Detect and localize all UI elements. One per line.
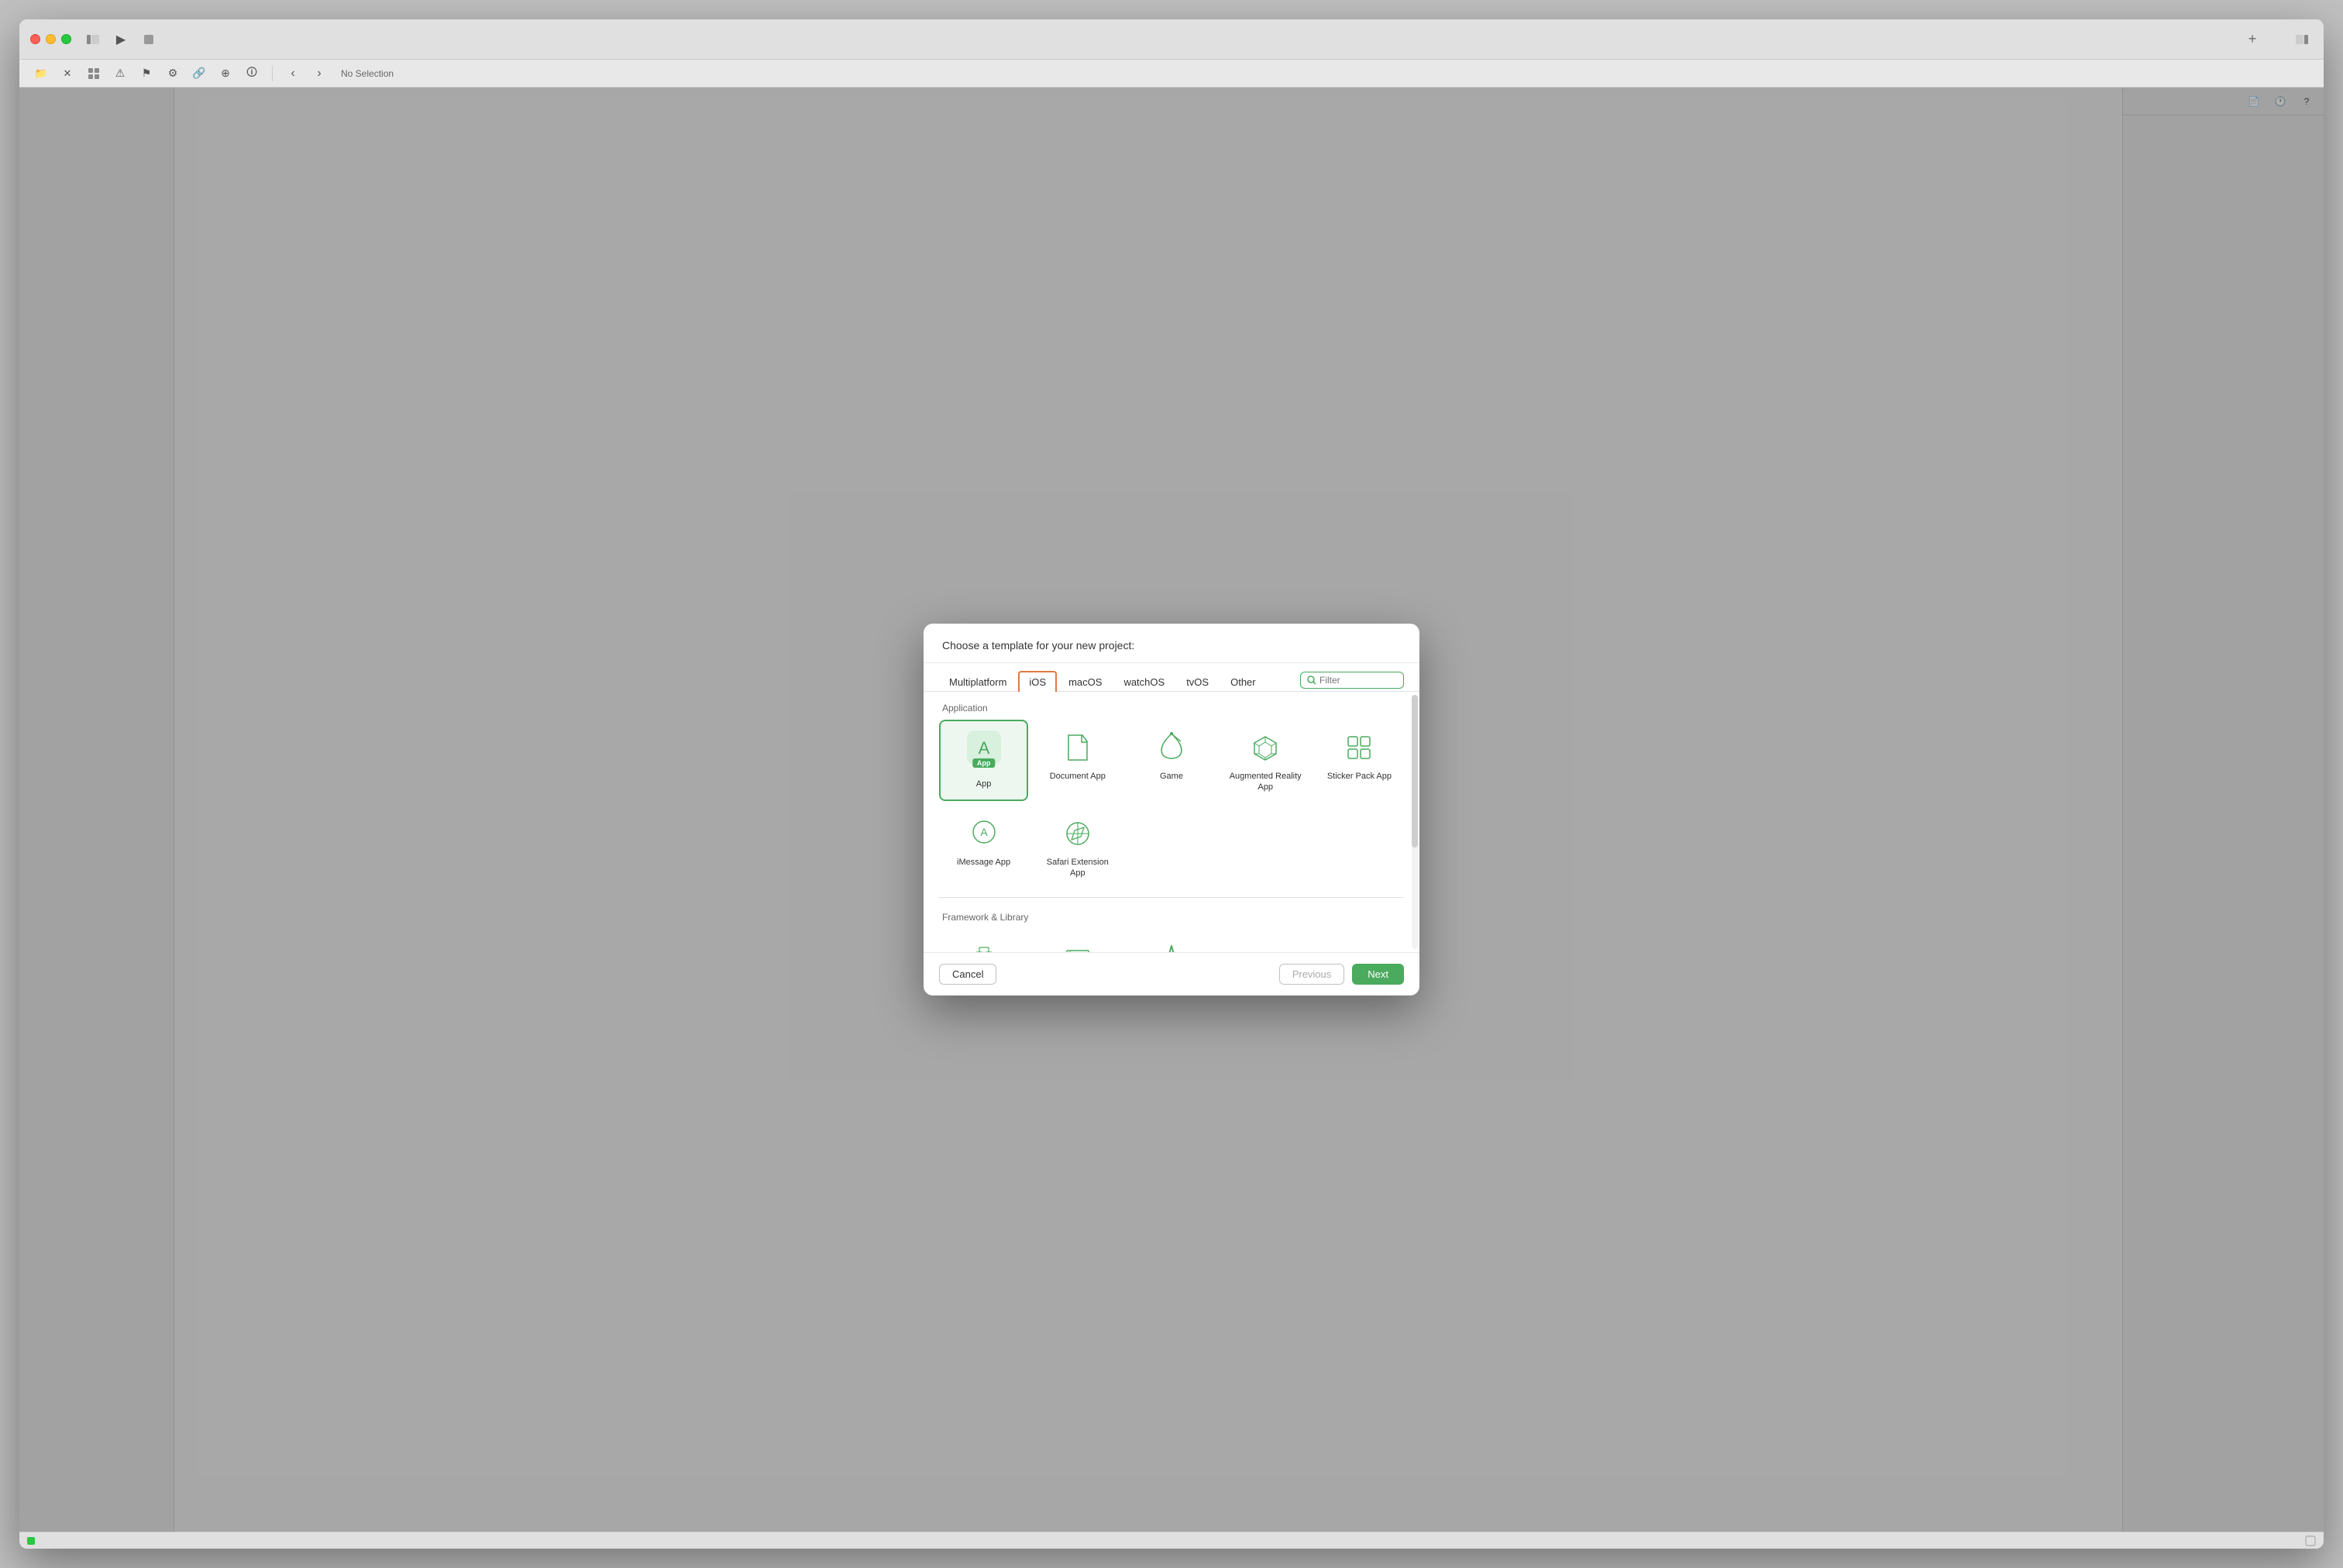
app-badge: App	[972, 758, 996, 768]
document-app-icon	[1059, 729, 1096, 766]
template-item-imessage[interactable]: A iMessage App	[939, 806, 1028, 887]
filter-icon	[1307, 676, 1316, 685]
no-selection-label: No Selection	[341, 68, 394, 79]
add-button[interactable]: +	[2242, 29, 2263, 50]
status-panel-icon	[2305, 1535, 2316, 1546]
scroll-track[interactable]	[1412, 695, 1418, 949]
modal-footer: Cancel Previous Next	[924, 952, 1419, 995]
info-icon[interactable]: 🛈	[241, 63, 263, 84]
warning-icon[interactable]: ⚠	[109, 63, 131, 84]
section-divider	[939, 897, 1404, 898]
framework-template-grid: Framework	[939, 929, 1404, 952]
run-button[interactable]: ▶	[110, 29, 132, 50]
file-icon[interactable]: 📁	[30, 63, 52, 84]
template-name-app: App	[976, 779, 992, 789]
template-item-ar-app[interactable]: Augmented Reality App	[1221, 720, 1310, 801]
minimize-button[interactable]	[46, 34, 56, 44]
modal-content: Application A App App	[924, 692, 1419, 952]
template-name-sticker-pack: Sticker Pack App	[1327, 771, 1392, 782]
application-template-grid: A App App	[939, 720, 1404, 894]
nav-forward-button[interactable]: ›	[308, 63, 330, 84]
template-item-game[interactable]: Game	[1127, 720, 1216, 801]
footer-right: Previous Next	[1279, 964, 1404, 985]
static-lib-icon	[1059, 938, 1096, 952]
tool-icon[interactable]: ⚙	[162, 63, 184, 84]
tab-macos[interactable]: macOS	[1058, 672, 1112, 692]
link-icon[interactable]: 🔗	[188, 63, 210, 84]
svg-text:A: A	[978, 738, 989, 758]
maximize-button[interactable]	[61, 34, 71, 44]
template-name-safari-ext: Safari Extension App	[1039, 857, 1116, 879]
secondary-toolbar: 📁 ✕ ⚠ ⚑ ⚙ 🔗 ⊕ 🛈 ‹ › No Selection	[19, 60, 2324, 88]
xcode-window: ▶ + 📁 ✕ ⚠ ⚑ ⚙ 🔗 ⊕ 🛈 ‹ › No Selection No …	[19, 19, 2324, 1549]
ar-app-icon	[1247, 729, 1284, 766]
tab-watchos[interactable]: watchOS	[1113, 672, 1175, 692]
modal-title: Choose a template for your new project:	[942, 639, 1134, 652]
inspector-toggle-button[interactable]	[2291, 29, 2313, 50]
template-item-safari-ext[interactable]: Safari Extension App	[1033, 806, 1122, 887]
template-chooser-dialog: Choose a template for your new project: …	[924, 624, 1419, 995]
status-indicator	[27, 1537, 35, 1545]
template-name-ar-app: Augmented Reality App	[1227, 771, 1304, 793]
template-name-imessage: iMessage App	[957, 857, 1010, 868]
metal-lib-icon	[1153, 938, 1190, 952]
flag-icon[interactable]: ⚑	[136, 63, 157, 84]
tab-ios[interactable]: iOS	[1018, 671, 1057, 692]
stop-button[interactable]	[138, 29, 160, 50]
framework-section-label: Framework & Library	[939, 901, 1404, 929]
previous-button[interactable]: Previous	[1279, 964, 1345, 985]
modal-overlay: Choose a template for your new project: …	[19, 88, 2324, 1532]
tab-multiplatform[interactable]: Multiplatform	[939, 672, 1017, 692]
modal-header: Choose a template for your new project:	[924, 624, 1419, 663]
tab-tvos[interactable]: tvOS	[1176, 672, 1219, 692]
cancel-button[interactable]: Cancel	[939, 964, 996, 985]
statusbar	[19, 1532, 2324, 1549]
scroll-thumb	[1412, 695, 1418, 848]
template-name-document-app: Document App	[1050, 771, 1106, 782]
grid-icon[interactable]	[83, 63, 105, 84]
close-tab-button[interactable]: ✕	[57, 63, 78, 84]
traffic-lights	[30, 34, 71, 44]
bookmark-icon[interactable]: ⊕	[215, 63, 236, 84]
template-item-framework[interactable]: Framework	[939, 929, 1028, 952]
next-button[interactable]: Next	[1352, 964, 1404, 985]
imessage-app-icon: A	[965, 815, 1003, 852]
game-icon	[1153, 729, 1190, 766]
main-content: No Selection 📄 🕐 ? Choose a template for…	[19, 88, 2324, 1532]
template-item-sticker-pack[interactable]: Sticker Pack App	[1315, 720, 1404, 801]
filter-box	[1300, 672, 1404, 689]
titlebar: ▶ +	[19, 19, 2324, 60]
framework-icon	[965, 938, 1003, 952]
safari-ext-icon	[1059, 815, 1096, 852]
tabs-bar: Multiplatform iOS macOS watchOS tvOS	[924, 663, 1419, 692]
template-item-static-lib[interactable]: Static Library	[1033, 929, 1122, 952]
nav-back-button[interactable]: ‹	[282, 63, 304, 84]
template-item-app[interactable]: A App App	[939, 720, 1028, 801]
sticker-pack-icon	[1340, 729, 1378, 766]
app-icon: A App	[965, 729, 1003, 766]
sidebar-toggle-button[interactable]	[82, 29, 104, 50]
template-name-game: Game	[1160, 771, 1183, 782]
tab-other[interactable]: Other	[1220, 672, 1266, 692]
template-item-metal-lib[interactable]: Metal Library	[1127, 929, 1216, 952]
svg-text:A: A	[980, 826, 988, 838]
filter-input[interactable]	[1319, 675, 1397, 686]
template-item-document-app[interactable]: Document App	[1033, 720, 1122, 801]
application-section-label: Application	[939, 692, 1404, 720]
close-button[interactable]	[30, 34, 40, 44]
